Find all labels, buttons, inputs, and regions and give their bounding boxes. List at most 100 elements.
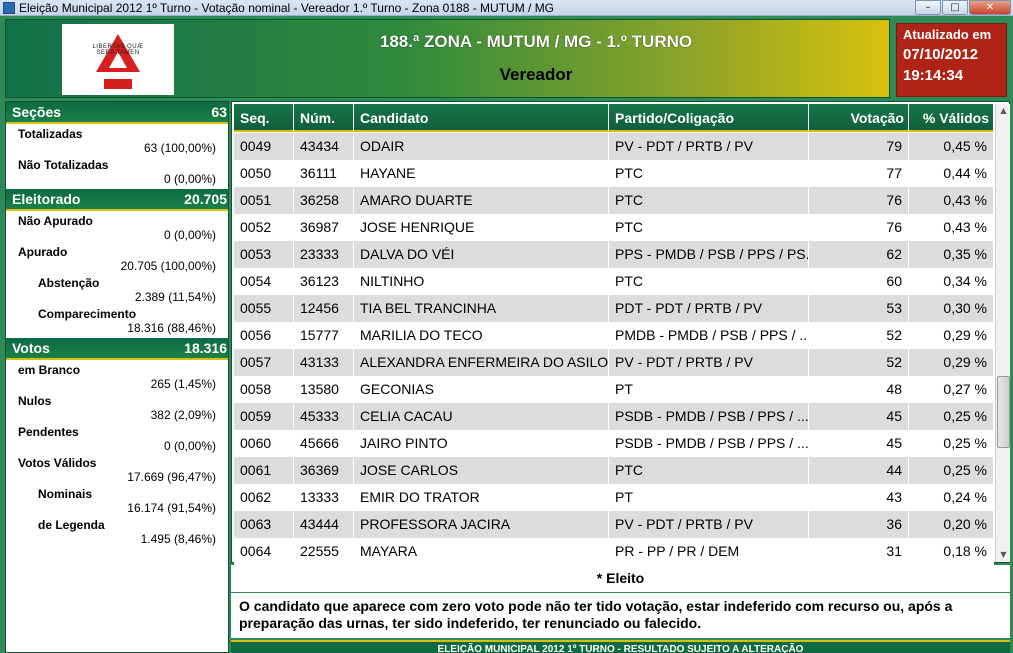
table-row[interactable]: 0050 36111 HAYANE PTC 77 0,44 %: [234, 160, 994, 187]
cell-votacao: 45: [809, 430, 909, 457]
cell-cand: GECONIAS: [354, 376, 609, 403]
results-table: Seq. Núm. Candidato Partido/Coligação Vo…: [231, 101, 1010, 565]
nao-apurado-label: Não Apurado: [18, 214, 93, 228]
table-row[interactable]: 0056 15777 MARILIA DO TECO PMDB - PMDB / PS…: [234, 322, 994, 349]
cell-votacao: 60: [809, 268, 909, 295]
column-header-party[interactable]: Partido/Coligação: [609, 104, 809, 132]
cell-partido: PMDB - PMDB / PSB / PPS / ...: [609, 322, 809, 349]
validos-label: Votos Válidos: [18, 456, 97, 470]
cell-validos: 0,27 %: [909, 376, 994, 403]
cell-seq: 0056: [234, 322, 294, 349]
cell-cand: MARILIA DO TECO: [354, 322, 609, 349]
cell-votacao: 76: [809, 187, 909, 214]
cell-cand: ODAIR: [354, 133, 609, 160]
table-row[interactable]: 0052 36987 JOSE HENRIQUE PTC 76 0,43 %: [234, 214, 994, 241]
cell-votacao: 52: [809, 322, 909, 349]
cell-seq: 0060: [234, 430, 294, 457]
table-row[interactable]: 0064 22555 MAYARA PR - PP / PR / DEM 31 0,18 …: [234, 538, 994, 565]
abstencao-label: Abstenção: [38, 276, 100, 290]
cell-seq: 0057: [234, 349, 294, 376]
minimize-button[interactable]: –: [915, 0, 941, 15]
cell-votacao: 76: [809, 214, 909, 241]
table-row[interactable]: 0062 13333 EMIR DO TRATOR PT 43 0,24 %: [234, 484, 994, 511]
section-header-votos: Votos 18.316: [6, 338, 228, 360]
cell-partido: PDT - PDT / PRTB / PV: [609, 295, 809, 322]
cell-partido: PT: [609, 376, 809, 403]
cell-seq: 0059: [234, 403, 294, 430]
totalizadas-value: 63 (100,00%): [143, 141, 216, 155]
cell-votacao: 31: [809, 538, 909, 565]
cell-cand: MAYARA: [354, 538, 609, 565]
cell-num: 36258: [294, 187, 354, 214]
cell-num: 43444: [294, 511, 354, 538]
table-row[interactable]: 0049 43434 ODAIR PV - PDT / PRTB / PV 79 0,45…: [234, 133, 994, 160]
cell-votacao: 43: [809, 484, 909, 511]
table-row[interactable]: 0054 36123 NILTINHO PTC 60 0,34 %: [234, 268, 994, 295]
validos-value: 17.669 (96,47%): [127, 470, 216, 484]
cell-partido: PT: [609, 484, 809, 511]
table-row[interactable]: 0058 13580 GECONIAS PT 48 0,27 %: [234, 376, 994, 403]
table-row[interactable]: 0051 36258 AMARO DUARTE PTC 76 0,43 %: [234, 187, 994, 214]
cell-cand: CELIA CACAU: [354, 403, 609, 430]
updated-date: 07/10/2012: [903, 46, 979, 63]
cell-num: 36987: [294, 214, 354, 241]
table-scrollbar[interactable]: ▲ ▼: [995, 104, 1010, 562]
cell-seq: 0055: [234, 295, 294, 322]
cell-seq: 0051: [234, 187, 294, 214]
cell-cand: JOSE CARLOS: [354, 457, 609, 484]
window-titlebar: Eleição Municipal 2012 1º Turno - Votaçã…: [0, 0, 1013, 16]
maximize-button[interactable]: □: [942, 0, 968, 15]
table-row[interactable]: 0057 43133 ALEXANDRA ENFERMEIRA DO ASILO PV…: [234, 349, 994, 376]
comparecimento-value: 18.316 (88,46%): [127, 321, 216, 335]
section-header-eleitorado: Eleitorado 20.705: [6, 189, 228, 211]
updated-box: Atualizado em 07/10/2012 19:14:34: [896, 23, 1007, 97]
cell-partido: PV - PDT / PRTB / PV: [609, 133, 809, 160]
cell-validos: 0,43 %: [909, 214, 994, 241]
app-icon: [3, 1, 15, 14]
cell-validos: 0,18 %: [909, 538, 994, 565]
cell-votacao: 79: [809, 133, 909, 160]
cell-partido: PTC: [609, 160, 809, 187]
cell-validos: 0,43 %: [909, 187, 994, 214]
nao-totalizadas-label: Não Totalizadas: [18, 158, 109, 172]
nulos-label: Nulos: [18, 394, 52, 408]
cell-num: 45666: [294, 430, 354, 457]
column-header-valid-pct[interactable]: % Válidos: [909, 104, 994, 132]
scroll-up-arrow-icon[interactable]: ▲: [996, 104, 1011, 118]
cell-partido: PPS - PMDB / PSB / PPS / PS...: [609, 241, 809, 268]
table-row[interactable]: 0053 23333 DALVA DO VÉI PPS - PMDB / PSB / …: [234, 241, 994, 268]
cell-cand: HAYANE: [354, 160, 609, 187]
column-header-num[interactable]: Núm.: [294, 104, 354, 132]
column-header-votes[interactable]: Votação: [809, 104, 909, 132]
table-row[interactable]: 0063 43444 PROFESSORA JACIRA PV - PDT / PRT…: [234, 511, 994, 538]
table-row[interactable]: 0055 12456 TIA BEL TRANCINHA PDT - PDT / PR…: [234, 295, 994, 322]
legenda-label: de Legenda: [38, 518, 105, 532]
cell-cand: DALVA DO VÉI: [354, 241, 609, 268]
scroll-thumb[interactable]: [997, 376, 1010, 448]
cell-validos: 0,25 %: [909, 403, 994, 430]
cell-partido: PTC: [609, 187, 809, 214]
scroll-down-arrow-icon[interactable]: ▼: [996, 548, 1011, 562]
cell-partido: PTC: [609, 457, 809, 484]
nominais-label: Nominais: [38, 487, 93, 501]
close-button[interactable]: ✕: [969, 0, 1011, 15]
cell-cand: NILTINHO: [354, 268, 609, 295]
table-row[interactable]: 0060 45666 JAIRO PINTO PSDB - PMDB / PSB / …: [234, 430, 994, 457]
cell-partido: PTC: [609, 268, 809, 295]
cell-num: 13333: [294, 484, 354, 511]
table-row[interactable]: 0061 36369 JOSE CARLOS PTC 44 0,25 %: [234, 457, 994, 484]
cell-cand: ALEXANDRA ENFERMEIRA DO ASILO: [354, 349, 609, 376]
apurado-value: 20.705 (100,00%): [120, 259, 216, 273]
cell-partido: PTC: [609, 214, 809, 241]
table-row[interactable]: 0059 45333 CELIA CACAU PSDB - PMDB / PSB / …: [234, 403, 994, 430]
column-header-candidate[interactable]: Candidato: [354, 104, 609, 132]
cell-validos: 0,25 %: [909, 457, 994, 484]
column-header-seq[interactable]: Seq.: [234, 104, 294, 132]
cell-validos: 0,45 %: [909, 133, 994, 160]
secoes-title: Seções: [12, 104, 62, 120]
cell-seq: 0054: [234, 268, 294, 295]
cell-cand: EMIR DO TRATOR: [354, 484, 609, 511]
secoes-value: 63: [211, 104, 227, 120]
logo-motto: LIBERTAS QUÆ SERA TAMEN: [92, 44, 144, 56]
cell-validos: 0,30 %: [909, 295, 994, 322]
